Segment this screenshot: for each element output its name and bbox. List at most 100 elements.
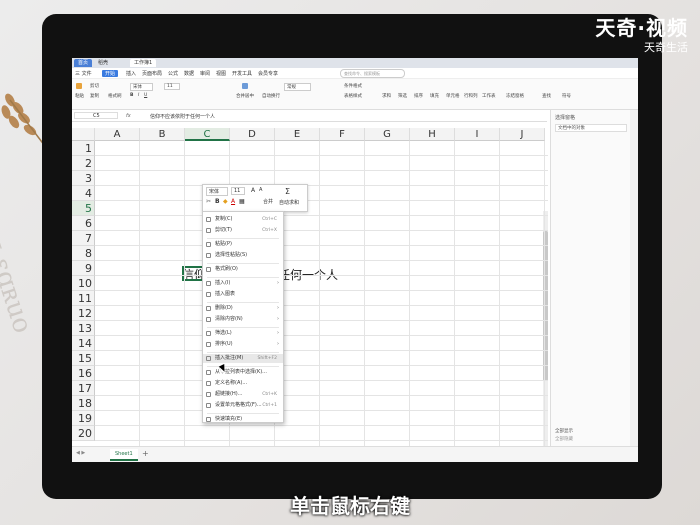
row-header-10[interactable]: 10 <box>72 276 95 291</box>
merge-button[interactable]: 合并居中 <box>236 93 254 99</box>
context-menu-item[interactable]: 插入(I) › <box>203 279 283 288</box>
row-header-12[interactable]: 12 <box>72 306 95 321</box>
spreadsheet-grid[interactable]: 信仰不应该依附于任何一个人 ABCDEFGHIJ1234567891011121… <box>72 128 548 462</box>
worksheet-button[interactable]: 工作表 <box>482 93 496 99</box>
autosum-button[interactable]: 自动求和 <box>279 199 299 206</box>
row-header-15[interactable]: 15 <box>72 351 95 366</box>
tab-docer[interactable]: 稻壳 <box>94 59 112 67</box>
context-menu-item[interactable]: 超链接(H)... Ctrl+K <box>203 390 283 399</box>
context-menu-item[interactable]: 插入批注(M) Shift+F2 <box>203 354 283 363</box>
row-header-3[interactable]: 3 <box>72 171 95 186</box>
row-header-6[interactable]: 6 <box>72 216 95 231</box>
row-header-2[interactable]: 2 <box>72 156 95 171</box>
row-header-9[interactable]: 9 <box>72 261 95 276</box>
context-menu-item[interactable]: 选择性粘贴(S) <box>203 251 283 260</box>
column-header-g[interactable]: G <box>365 128 410 141</box>
column-header-b[interactable]: B <box>140 128 185 141</box>
fill-button[interactable]: 填充 <box>430 93 439 99</box>
formula-content[interactable]: 信仰不应该依附于任何一个人 <box>150 113 215 120</box>
menu-page-layout[interactable]: 页面布局 <box>142 70 162 77</box>
mini-cut-icon[interactable]: ✂ <box>206 198 211 205</box>
menu-start[interactable]: 开始 <box>102 70 119 77</box>
freeze-button[interactable]: 冻结窗格 <box>506 93 524 99</box>
row-header-5[interactable]: 5 <box>72 201 95 216</box>
context-menu-item[interactable]: 格式刷(O) <box>203 265 283 274</box>
paste-icon[interactable] <box>76 83 82 89</box>
menu-review[interactable]: 审阅 <box>200 70 210 77</box>
sort-button[interactable]: 排序 <box>414 93 423 99</box>
cut-button[interactable]: 剪切 <box>90 83 99 89</box>
mini-font-select[interactable]: 宋体 <box>206 187 229 196</box>
menu-insert[interactable]: 插入 <box>126 70 136 77</box>
context-menu-item[interactable]: 筛选(L) › <box>203 329 283 338</box>
find-button[interactable]: 查找 <box>542 93 551 99</box>
column-header-c[interactable]: C <box>185 128 230 141</box>
context-menu-item[interactable]: 复制(C) Ctrl+C <box>203 215 283 224</box>
menu-developer[interactable]: 开发工具 <box>232 70 252 77</box>
format-painter-button[interactable]: 格式刷 <box>108 93 122 99</box>
border-icon[interactable]: ▦ <box>239 198 245 205</box>
bold-button[interactable]: B <box>130 93 133 98</box>
fill-color-icon[interactable]: ◆ <box>223 198 228 205</box>
row-header-11[interactable]: 11 <box>72 291 95 306</box>
conditional-format-button[interactable]: 条件格式 <box>344 83 362 89</box>
name-box[interactable]: C5 <box>74 112 118 119</box>
autosum-icon[interactable]: Σ <box>285 187 290 196</box>
row-header-1[interactable]: 1 <box>72 141 95 156</box>
context-menu-item[interactable]: 从下拉列表中选择(K)... <box>203 368 283 377</box>
font-color-icon[interactable]: A <box>231 198 235 205</box>
sheet-tab-sheet1[interactable]: Sheet1 <box>110 449 138 461</box>
column-header-e[interactable]: E <box>275 128 320 141</box>
row-col-button[interactable]: 行和列 <box>464 93 478 99</box>
mini-bold-button[interactable]: B <box>215 198 220 205</box>
context-menu-item[interactable]: 设置单元格格式(F)... Ctrl+1 <box>203 401 283 410</box>
context-menu-item[interactable]: 定义名称(A)... <box>203 379 283 388</box>
menu-formula[interactable]: 公式 <box>168 70 178 77</box>
merge-icon[interactable] <box>242 83 248 89</box>
column-header-h[interactable]: H <box>410 128 455 141</box>
filter-button[interactable]: 筛选 <box>398 93 407 99</box>
context-menu-item[interactable]: 插入图表 <box>203 290 283 299</box>
wrap-button[interactable]: 自动换行 <box>262 93 280 99</box>
context-menu-item[interactable]: 删除(D) › <box>203 304 283 313</box>
column-header-f[interactable]: F <box>320 128 365 141</box>
context-menu-item[interactable]: 剪切(T) Ctrl+X <box>203 226 283 235</box>
symbol-button[interactable]: 符号 <box>562 93 571 99</box>
add-sheet-icon[interactable]: + <box>142 449 149 458</box>
tab-home[interactable]: 首页 <box>74 59 93 67</box>
hide-all-button[interactable]: 全部隐藏 <box>555 436 573 442</box>
italic-button[interactable]: I <box>138 93 139 98</box>
select-all-corner[interactable] <box>72 128 95 141</box>
sum-button[interactable]: 求和 <box>382 93 391 99</box>
cell-button[interactable]: 单元格 <box>446 93 460 99</box>
font-select[interactable]: 宋体 <box>130 83 153 91</box>
row-header-14[interactable]: 14 <box>72 336 95 351</box>
table-style-button[interactable]: 表格样式 <box>344 93 362 99</box>
underline-button[interactable]: U <box>144 93 147 98</box>
row-header-7[interactable]: 7 <box>72 231 95 246</box>
increase-font-icon[interactable]: A <box>251 187 255 194</box>
row-header-18[interactable]: 18 <box>72 396 95 411</box>
row-header-19[interactable]: 19 <box>72 411 95 426</box>
mini-size-select[interactable]: 11 <box>231 187 246 195</box>
column-header-d[interactable]: D <box>230 128 275 141</box>
context-menu-item[interactable]: 清除内容(N) › <box>203 315 283 324</box>
mini-merge-button[interactable]: 合并 <box>263 198 273 205</box>
menu-member[interactable]: 会员专享 <box>258 70 278 77</box>
row-header-13[interactable]: 13 <box>72 321 95 336</box>
context-menu-item[interactable]: 粘贴(P) <box>203 240 283 249</box>
tab-workbook[interactable]: 工作簿1 <box>130 59 157 67</box>
column-header-j[interactable]: J <box>500 128 545 141</box>
context-menu-item[interactable]: 排序(U) › <box>203 340 283 349</box>
decrease-font-icon[interactable]: A <box>259 187 262 193</box>
font-size-select[interactable]: 11 <box>164 83 180 90</box>
menu-view[interactable]: 视图 <box>216 70 226 77</box>
row-header-8[interactable]: 8 <box>72 246 95 261</box>
number-format-select[interactable]: 常规 <box>284 83 311 91</box>
menu-file[interactable]: 三 文件 <box>75 70 92 77</box>
show-all-button[interactable]: 全部显示 <box>555 428 573 434</box>
paste-button[interactable]: 粘贴 <box>75 93 84 99</box>
context-menu-item[interactable]: 快速填充(E) <box>203 415 283 424</box>
copy-button[interactable]: 复制 <box>90 93 99 99</box>
fx-icon[interactable]: fx <box>126 113 131 119</box>
